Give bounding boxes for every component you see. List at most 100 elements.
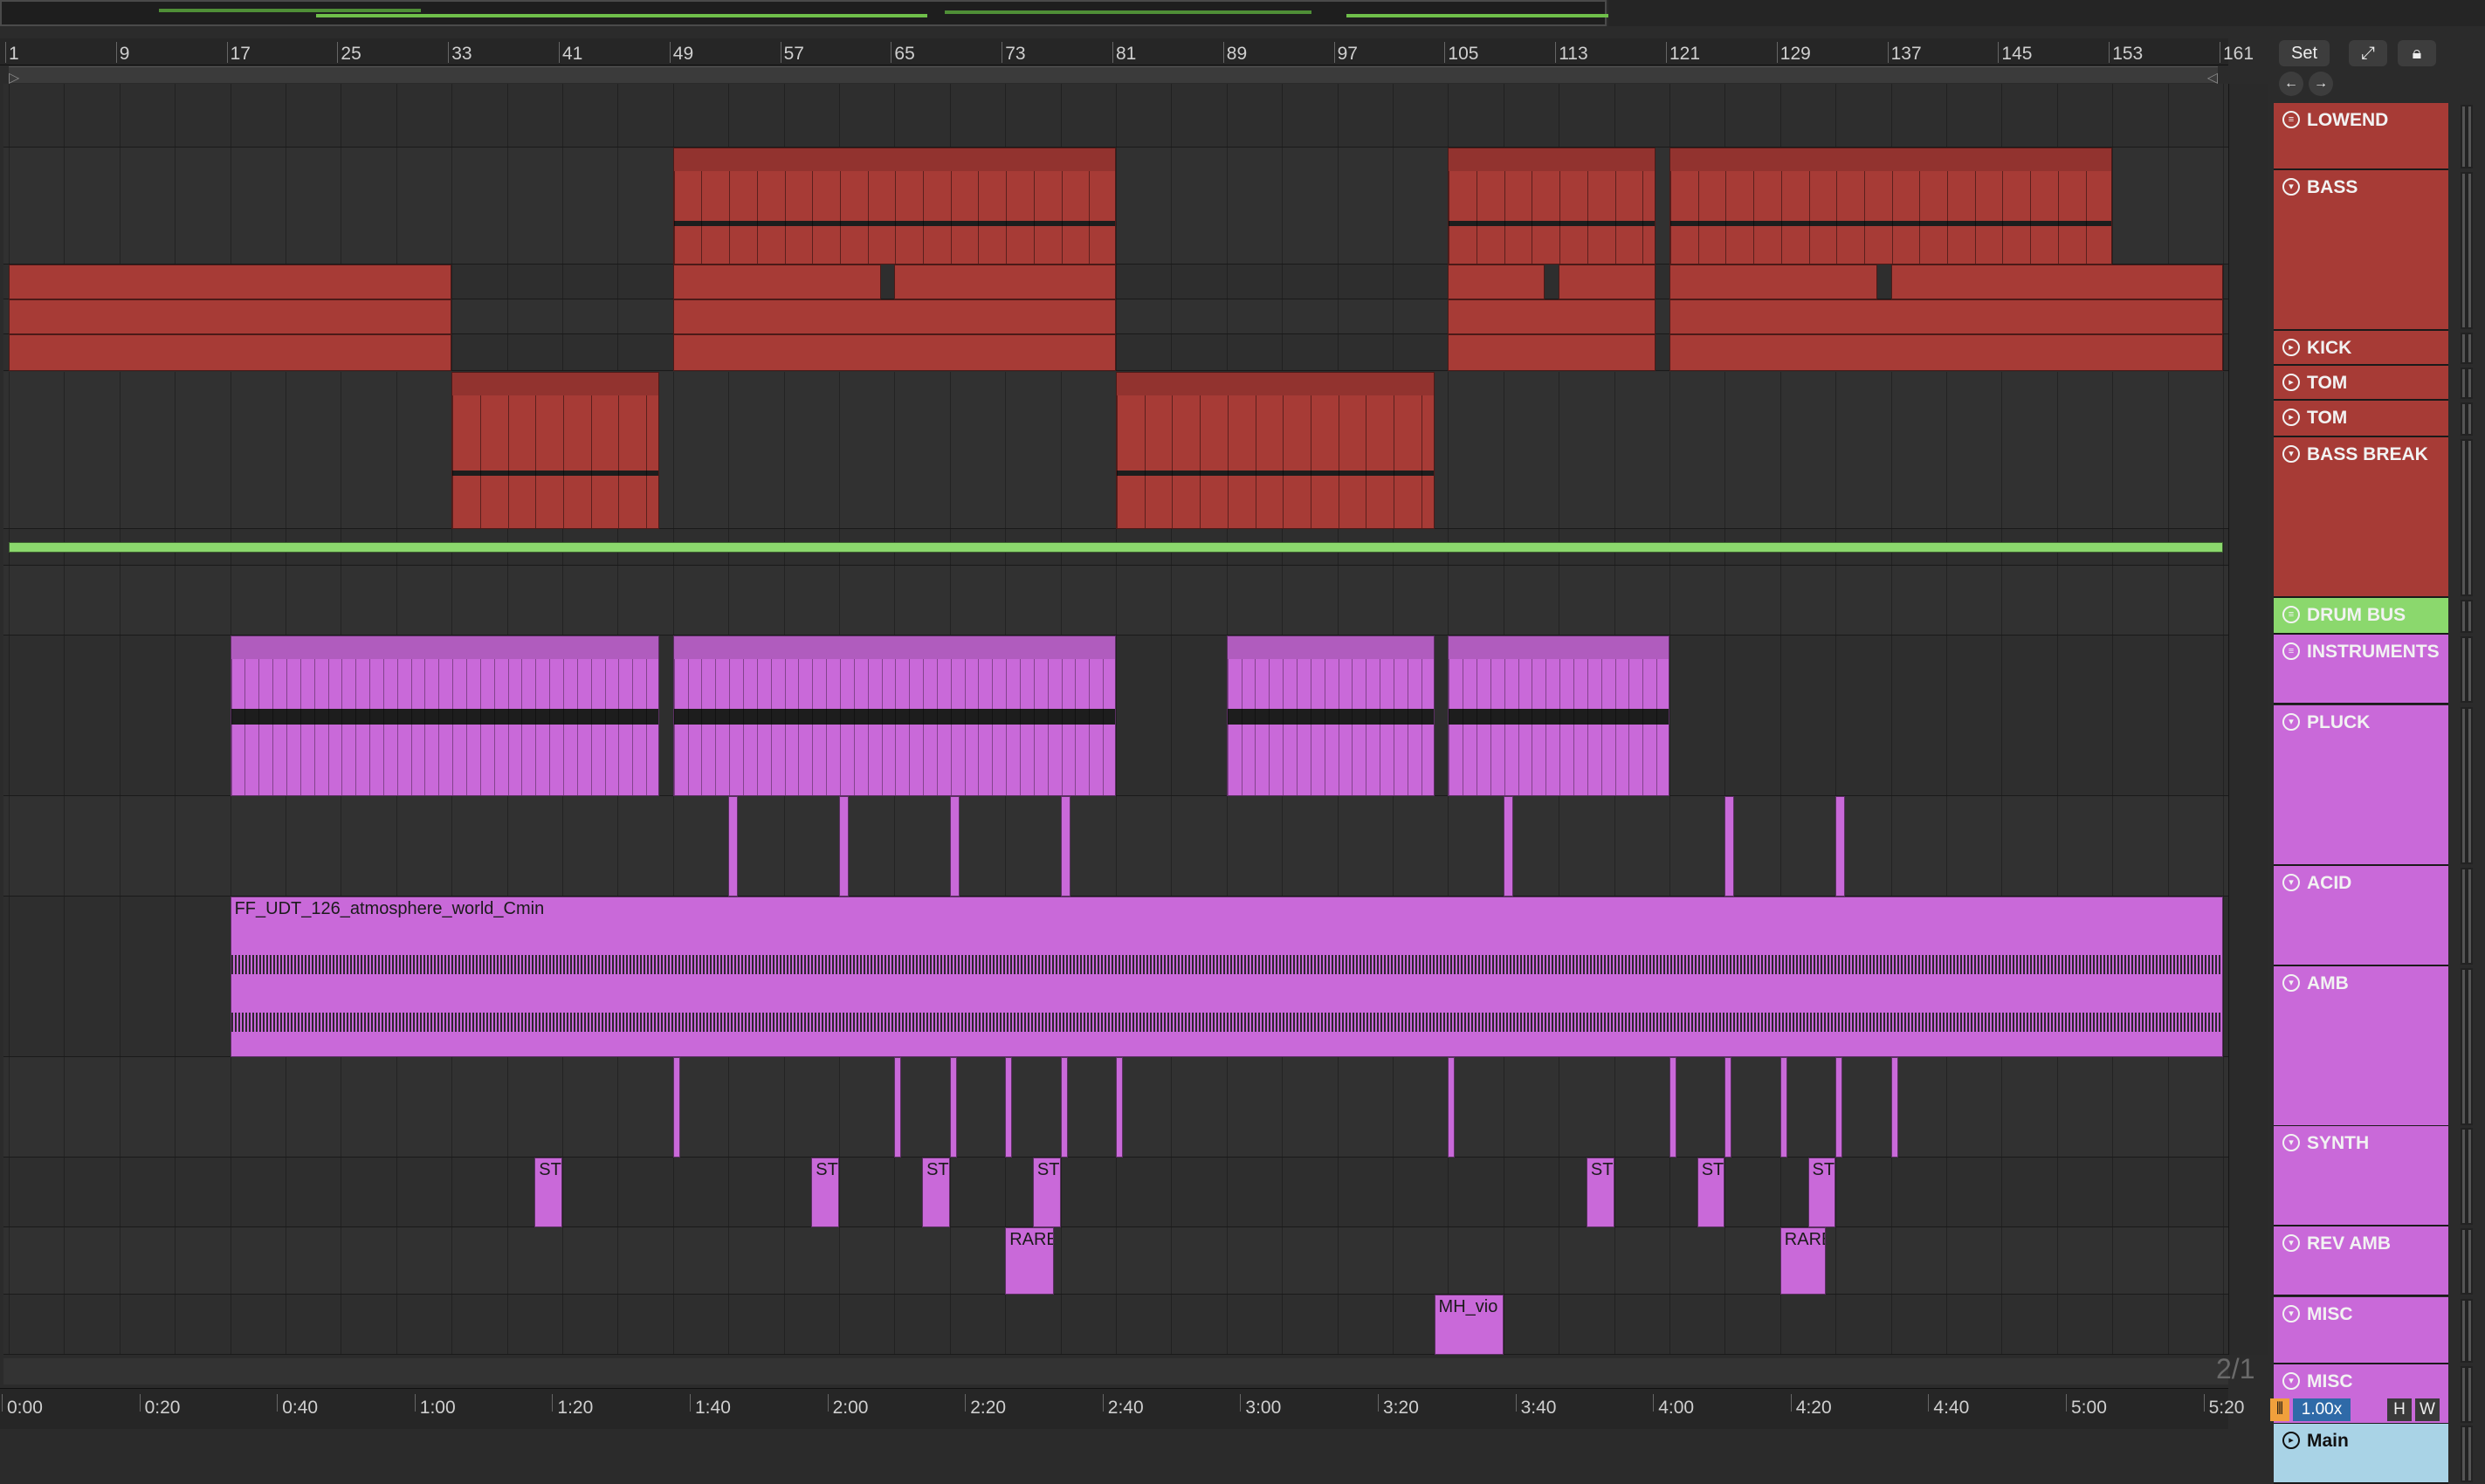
track-header[interactable]: ≡ LOWEND xyxy=(2274,103,2448,170)
clip[interactable] xyxy=(9,542,2223,553)
clip[interactable] xyxy=(672,636,1116,796)
lock-icon[interactable]: 🔒︎ xyxy=(2398,40,2436,66)
group-icon[interactable]: ≡ xyxy=(2282,642,2300,660)
h-button[interactable]: H xyxy=(2387,1398,2412,1421)
clip[interactable]: ST xyxy=(1586,1158,1614,1227)
track-lane[interactable] xyxy=(3,1057,2228,1158)
clip[interactable]: MH_vio xyxy=(1434,1295,1504,1355)
clip[interactable] xyxy=(672,265,881,299)
clip[interactable] xyxy=(1448,1057,1456,1158)
clip[interactable] xyxy=(1669,1057,1676,1158)
track-header[interactable]: ▸ KICK xyxy=(2274,331,2448,366)
clip[interactable] xyxy=(1890,1057,1898,1158)
track-lane[interactable] xyxy=(3,334,2228,371)
arrow-right-icon[interactable]: → xyxy=(2309,72,2333,96)
track-header[interactable]: ▾ BASS xyxy=(2274,170,2448,331)
group-icon[interactable]: ≡ xyxy=(2282,111,2300,128)
clip[interactable] xyxy=(1448,299,1656,334)
fold-down-icon[interactable]: ▾ xyxy=(2282,1134,2300,1151)
clip[interactable] xyxy=(1060,1057,1068,1158)
track-lane[interactable] xyxy=(3,372,2228,529)
fold-down-icon[interactable]: ▾ xyxy=(2282,178,2300,196)
fold-down-icon[interactable]: ▾ xyxy=(2282,874,2300,891)
track-lane[interactable] xyxy=(3,265,2228,299)
clip[interactable] xyxy=(1448,148,1656,265)
track-header[interactable]: ▸ Main xyxy=(2274,1424,2448,1484)
clip[interactable] xyxy=(1890,265,2223,299)
clip[interactable]: RARE xyxy=(1779,1227,1827,1295)
clip[interactable] xyxy=(894,265,1116,299)
fold-right-icon[interactable]: ▸ xyxy=(2282,339,2300,356)
clip[interactable] xyxy=(1669,299,2223,334)
track-lane[interactable]: FF_UDT_126_atmosphere_world_Cmin xyxy=(3,897,2228,1057)
clip[interactable] xyxy=(949,1057,957,1158)
track-header[interactable]: ≡ INSTRUMENTS xyxy=(2274,635,2448,704)
clip[interactable] xyxy=(672,148,1116,265)
clip[interactable] xyxy=(1116,1057,1123,1158)
expand-icon[interactable]: ⤢ xyxy=(2349,40,2387,66)
track-header[interactable]: ▾ REV AMB xyxy=(2274,1226,2448,1296)
clip[interactable] xyxy=(230,636,659,796)
set-button[interactable]: Set xyxy=(2279,40,2330,66)
group-icon[interactable]: ≡ xyxy=(2282,606,2300,623)
fold-down-icon[interactable]: ▾ xyxy=(2282,445,2300,463)
track-header[interactable]: ▾ MISC xyxy=(2274,1297,2448,1364)
clip[interactable]: ST xyxy=(1697,1158,1725,1227)
fold-down-icon[interactable]: ▾ xyxy=(2282,1372,2300,1390)
clip[interactable] xyxy=(672,1057,680,1158)
clip[interactable] xyxy=(894,1057,902,1158)
clip[interactable] xyxy=(451,372,659,529)
clip[interactable] xyxy=(949,796,960,897)
clip[interactable]: ST xyxy=(811,1158,839,1227)
clip[interactable] xyxy=(1835,1057,1843,1158)
track-lane[interactable] xyxy=(3,84,2228,148)
arrow-left-icon[interactable]: ← xyxy=(2279,72,2303,96)
w-button[interactable]: W xyxy=(2415,1398,2440,1421)
track-header[interactable]: ▸ TOM xyxy=(2274,401,2448,437)
clip[interactable] xyxy=(1724,1057,1732,1158)
horizontal-scroll-area[interactable] xyxy=(3,1358,2228,1384)
fold-right-icon[interactable]: ▸ xyxy=(2282,409,2300,426)
clip[interactable] xyxy=(9,265,452,299)
clip[interactable] xyxy=(1503,796,1513,897)
clip[interactable] xyxy=(1724,796,1735,897)
clip[interactable] xyxy=(1005,1057,1013,1158)
track-header[interactable]: ▾ SYNTH xyxy=(2274,1126,2448,1226)
clip[interactable] xyxy=(1116,372,1435,529)
clip[interactable] xyxy=(1779,1057,1787,1158)
arrangement-overview[interactable] xyxy=(0,0,1713,26)
clip[interactable] xyxy=(1559,265,1656,299)
clip[interactable] xyxy=(1448,334,1656,371)
clip[interactable] xyxy=(672,334,1116,371)
track-header[interactable]: ▸ TOM xyxy=(2274,366,2448,401)
clip[interactable]: RARE xyxy=(1005,1227,1054,1295)
fold-down-icon[interactable]: ▾ xyxy=(2282,974,2300,992)
track-lane[interactable]: ST ST ST ST ST ST ST xyxy=(3,1158,2228,1227)
clip[interactable]: ST xyxy=(534,1158,562,1227)
arrangement-clips-area[interactable]: FF_UDT_126_atmosphere_world_Cmin ST ST ST ST… xyxy=(3,84,2228,1355)
vertical-scroll-area[interactable] xyxy=(2228,84,2268,1355)
loop-brace[interactable]: ▷ ◁ xyxy=(9,66,2218,86)
clip[interactable] xyxy=(672,299,1116,334)
clip[interactable] xyxy=(1060,796,1070,897)
track-lane[interactable] xyxy=(3,148,2228,265)
fold-right-icon[interactable]: ▸ xyxy=(2282,374,2300,391)
track-header[interactable]: ▾ AMB xyxy=(2274,966,2448,1127)
beat-time-ruler[interactable]: 1 9 17 25 33 41 49 57 65 73 81 89 97 105 113 121 129 137 1… xyxy=(0,38,2254,65)
clip[interactable] xyxy=(728,796,739,897)
fold-down-icon[interactable]: ▾ xyxy=(2282,1234,2300,1252)
clip[interactable] xyxy=(839,796,850,897)
clip[interactable]: ST xyxy=(922,1158,950,1227)
track-lane[interactable] xyxy=(3,566,2228,636)
clip[interactable] xyxy=(1448,265,1545,299)
clip[interactable] xyxy=(1835,796,1846,897)
track-header[interactable]: ▾ BASS BREAK xyxy=(2274,437,2448,598)
clip[interactable]: ST xyxy=(1032,1158,1061,1227)
track-lane[interactable]: MH_vio xyxy=(3,1295,2228,1355)
track-lane[interactable]: RARE RARE xyxy=(3,1227,2228,1295)
track-header[interactable]: ▾ PLUCK xyxy=(2274,705,2448,866)
zoom-level[interactable]: 1.00x xyxy=(2293,1398,2351,1421)
clip[interactable] xyxy=(9,334,452,371)
track-lane[interactable] xyxy=(3,529,2228,566)
track-lane[interactable] xyxy=(3,299,2228,334)
